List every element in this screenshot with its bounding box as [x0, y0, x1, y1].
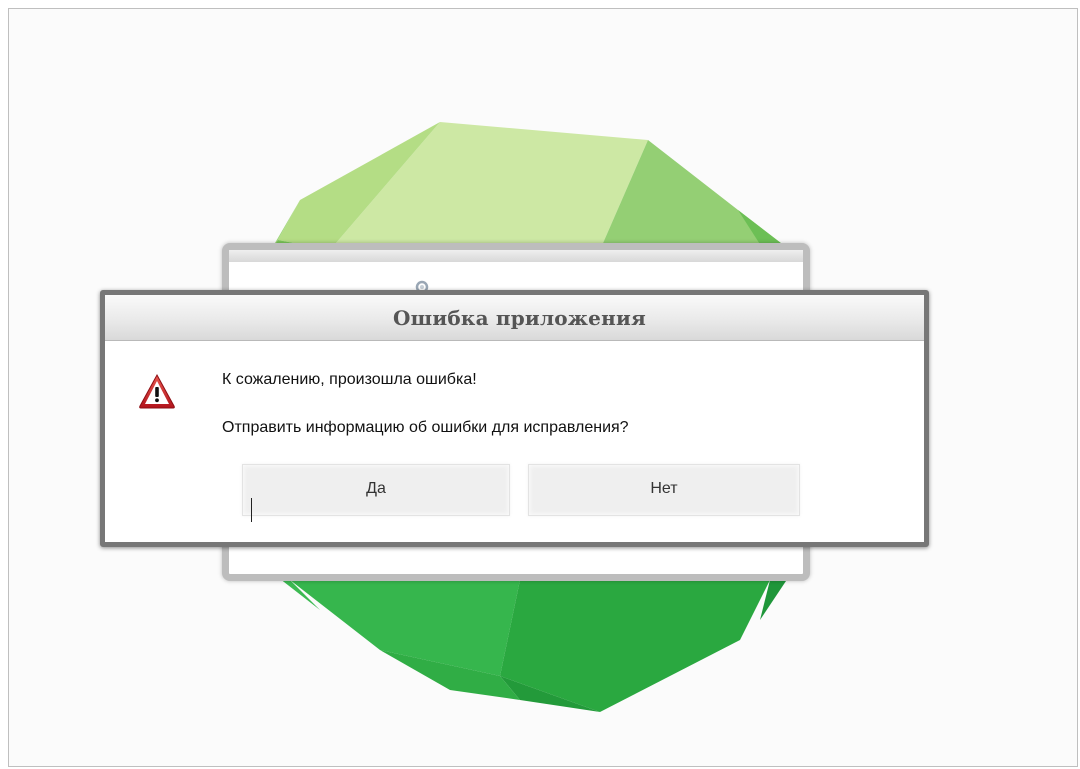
error-message: К сожалению, произошла ошибка! — [222, 371, 477, 388]
yes-button-label: Да — [366, 480, 386, 497]
screen: Ошибка приложения К сожалению, произошла… — [0, 0, 1080, 769]
splash-title-bar — [229, 250, 803, 262]
warning-icon — [139, 373, 175, 409]
dialog-title: Ошибка приложения — [393, 305, 646, 330]
error-dialog: Ошибка приложения К сожалению, произошла… — [100, 290, 929, 547]
no-button-label: Нет — [650, 480, 678, 497]
dialog-title-bar[interactable]: Ошибка приложения — [105, 295, 924, 341]
no-button[interactable]: Нет — [528, 464, 800, 516]
text-cursor — [251, 498, 252, 522]
send-report-question: Отправить информацию об ошибки для испра… — [222, 419, 629, 436]
yes-button[interactable]: Да — [242, 464, 510, 516]
